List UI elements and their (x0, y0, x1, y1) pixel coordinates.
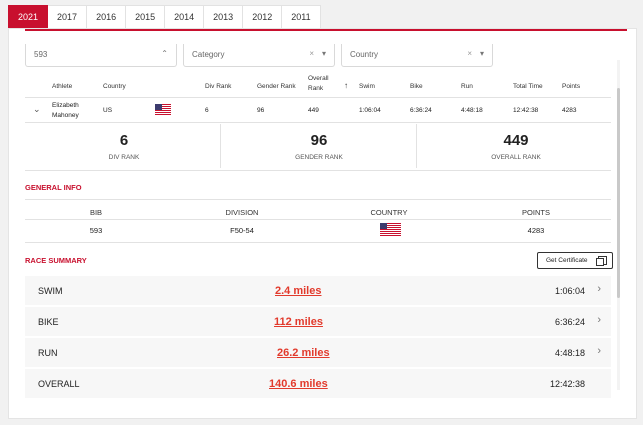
get-certificate-label: Get Certificate (546, 257, 588, 264)
race-time: 12:42:38 (549, 379, 585, 389)
race-distance: 2.4 miles (275, 285, 322, 297)
bib-header: BIB (89, 208, 103, 217)
athlete-country: US (103, 107, 113, 114)
caret-down-icon: ▾ (479, 49, 484, 58)
overall-rank-value: 449 (503, 132, 529, 149)
total-time-cell: 12:42:38 (513, 107, 539, 114)
bib-filter-value: 593 (34, 50, 48, 59)
tab-2013[interactable]: 2013 (204, 5, 244, 30)
divider (220, 124, 221, 168)
bib-filter[interactable]: 593 ⌃ (25, 44, 177, 67)
div-rank-value: 6 (119, 132, 129, 149)
col-swim: Swim (359, 83, 375, 90)
tab-2012[interactable]: 2012 (243, 5, 283, 30)
divider (25, 242, 611, 243)
tab-2011[interactable]: 2011 (282, 5, 321, 30)
col-bike: Bike (410, 83, 423, 90)
points-value: 4283 (527, 226, 545, 235)
col-overall-rank[interactable]: Overall Rank (308, 74, 334, 94)
col-points: Points (562, 83, 581, 90)
year-tabs: 2021 2017 2016 2015 2014 2013 2012 2011 (8, 5, 321, 30)
category-filter[interactable]: Category × ▾ (183, 44, 335, 67)
tab-2015[interactable]: 2015 (126, 5, 166, 30)
us-flag-icon (155, 104, 171, 115)
country-filter[interactable]: Country × ▾ (341, 44, 493, 67)
category-filter-placeholder: Category (192, 50, 225, 59)
bib-value: 593 (89, 226, 103, 235)
col-gender-rank: Gender Rank (257, 83, 296, 90)
points-cell: 4283 (562, 107, 577, 114)
race-row-swim[interactable]: SWIM 2.4 miles 1:06:04 › (25, 276, 611, 305)
chevron-right-icon[interactable]: › (597, 314, 601, 326)
div-rank-label: DIV RANK (108, 154, 140, 161)
divider (25, 199, 611, 200)
divider (416, 124, 417, 168)
tab-2021[interactable]: 2021 (8, 5, 49, 30)
race-name: RUN (38, 348, 58, 358)
clear-icon[interactable]: × (467, 49, 472, 58)
race-summary-title: RACE SUMMARY (25, 256, 87, 265)
tab-2016[interactable]: 2016 (87, 5, 127, 30)
swim-cell: 1:06:04 (359, 107, 381, 114)
col-country: Country (103, 83, 126, 90)
race-row-overall: OVERALL 140.6 miles 12:42:38 (25, 369, 611, 398)
race-row-bike[interactable]: BIKE 112 miles 6:36:24 › (25, 307, 611, 336)
get-certificate-button[interactable]: Get Certificate (537, 252, 613, 269)
accent-bar (25, 29, 627, 31)
race-name: SWIM (38, 286, 63, 296)
athlete-name[interactable]: Elizabeth Mahoney (52, 101, 94, 121)
race-time: 1:06:04 (554, 286, 585, 296)
chevron-right-icon[interactable]: › (597, 345, 601, 357)
divider (25, 170, 611, 171)
scrollbar-thumb[interactable] (617, 88, 620, 298)
col-total-time: Total Time (513, 83, 543, 90)
race-name: OVERALL (38, 379, 80, 389)
division-value: F50-54 (230, 226, 254, 235)
points-header: POINTS (522, 208, 550, 217)
race-time: 6:36:24 (554, 317, 585, 327)
general-info-title: GENERAL INFO (25, 183, 82, 192)
sort-up-icon[interactable]: ↑ (344, 81, 348, 91)
chevron-right-icon[interactable]: › (597, 283, 601, 295)
run-cell: 4:48:18 (461, 107, 483, 114)
race-distance: 112 miles (274, 316, 323, 328)
overall-rank-cell: 449 (308, 107, 319, 114)
country-filter-placeholder: Country (350, 50, 379, 59)
race-time: 4:48:18 (554, 348, 585, 358)
col-athlete: Athlete (52, 83, 73, 90)
tab-2017[interactable]: 2017 (48, 5, 88, 30)
col-run: Run (461, 83, 473, 90)
col-div-rank: Div Rank (205, 83, 232, 90)
race-distance: 140.6 miles (269, 378, 328, 390)
overall-rank-label: OVERALL RANK (491, 154, 541, 161)
chevron-up-icon: ⌃ (161, 49, 168, 58)
caret-down-icon: ▾ (321, 49, 326, 58)
clear-icon[interactable]: × (309, 49, 314, 58)
divider (25, 122, 611, 123)
country-header: COUNTRY (370, 208, 408, 217)
bike-cell: 6:36:24 (410, 107, 432, 114)
gender-rank-label: GENDER RANK (295, 154, 343, 161)
divider (25, 97, 611, 98)
race-distance: 26.2 miles (277, 347, 330, 359)
gender-rank-cell: 96 (257, 107, 265, 114)
div-rank-cell: 6 (205, 107, 209, 114)
us-flag-icon (380, 223, 401, 237)
gender-rank-value: 96 (310, 132, 328, 149)
certificate-icon (596, 258, 604, 266)
race-name: BIKE (38, 317, 59, 327)
divider (25, 219, 611, 220)
race-row-run[interactable]: RUN 26.2 miles 4:48:18 › (25, 338, 611, 367)
division-header: DIVISION (225, 208, 259, 217)
tab-2014[interactable]: 2014 (165, 5, 205, 30)
chevron-down-icon[interactable]: ⌄ (33, 104, 41, 115)
